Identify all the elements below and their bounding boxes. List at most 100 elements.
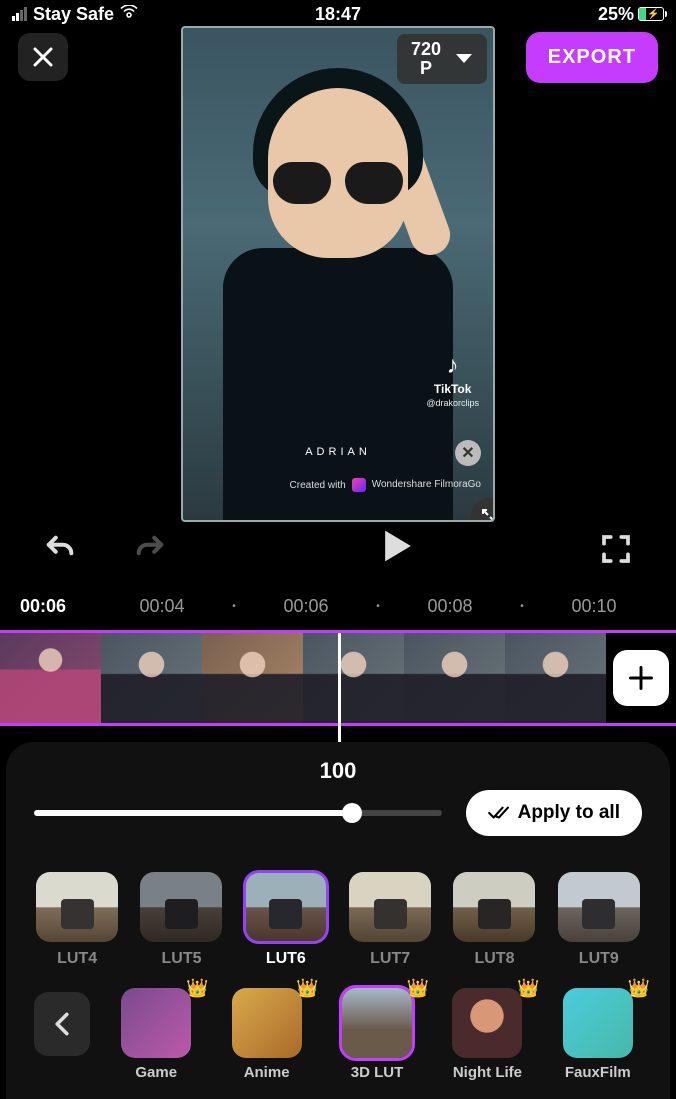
madewith-prefix: Created with (290, 480, 346, 491)
close-button[interactable] (18, 33, 68, 81)
watermark-name: ADRIAN (305, 446, 371, 458)
time-mark: 00:04 (100, 596, 224, 617)
apply-all-label: Apply to all (518, 802, 620, 824)
apply-all-button[interactable]: Apply to all (466, 790, 642, 836)
wifi-icon (120, 5, 138, 24)
category-thumbnail (232, 988, 302, 1058)
lut-item-lut8[interactable]: LUT8 (451, 872, 537, 968)
category-label: FauxFilm (565, 1064, 631, 1081)
time-ruler: 00:06 00:04 • 00:06 • 00:08 • 00:10 (0, 596, 676, 617)
category-anime[interactable]: 👑 Anime (222, 988, 310, 1081)
lut-label: LUT7 (370, 950, 410, 968)
battery-icon: ⚡ (638, 7, 664, 21)
fullscreen-button[interactable] (596, 529, 636, 569)
tiktok-icon: ♪ (426, 352, 479, 380)
lut-thumbnail (36, 872, 118, 942)
madewith-brand: Wondershare FilmoraGo (372, 480, 481, 490)
lut-item-lut9[interactable]: LUT9 (556, 872, 642, 968)
premium-icon: 👑 (628, 978, 650, 999)
play-button[interactable] (382, 528, 414, 569)
category-fauxfilm[interactable]: 👑 FauxFilm (554, 988, 642, 1081)
premium-icon: 👑 (407, 978, 429, 999)
lut-thumbnail (349, 872, 431, 942)
video-preview[interactable]: 720 P ♪ TikTok @drakorclips ADRIAN ✕ Cre… (181, 26, 495, 522)
resolution-selector[interactable]: 720 P (397, 34, 487, 84)
status-right: 25% ⚡ (598, 4, 664, 25)
timeline[interactable] (0, 630, 676, 726)
category-label: Night Life (453, 1064, 522, 1081)
lut-label: LUT4 (57, 950, 97, 968)
premium-icon: 👑 (517, 978, 539, 999)
premium-icon: 👑 (186, 978, 208, 999)
category-thumbnail (342, 988, 412, 1058)
filter-panel: 100 Apply to all LUT4 LUT5 LUT6 L (6, 742, 670, 1099)
status-bar: Stay Safe 18:47 25% ⚡ (0, 0, 676, 28)
category-row: 👑 Game 👑 Anime 👑 3D LUT 👑 Night Life 👑 F… (6, 968, 670, 1081)
lut-item-lut7[interactable]: LUT7 (347, 872, 433, 968)
category-thumbnail (452, 988, 522, 1058)
transport-controls (0, 528, 676, 569)
lut-thumbnail (558, 872, 640, 942)
lut-thumbnail (245, 872, 327, 942)
back-button[interactable] (34, 992, 90, 1056)
category-label: Game (135, 1064, 177, 1081)
battery-pct: 25% (598, 4, 634, 25)
remove-watermark-button[interactable]: ✕ (455, 440, 481, 466)
signal-icon (12, 7, 27, 21)
double-check-icon (488, 805, 510, 821)
undo-button[interactable] (40, 529, 80, 569)
filmora-logo-icon (352, 478, 366, 492)
category-game[interactable]: 👑 Game (112, 988, 200, 1081)
chevron-left-icon (54, 1012, 70, 1036)
category-3dlut[interactable]: 👑 3D LUT (333, 988, 421, 1081)
add-clip-button[interactable] (613, 650, 669, 706)
lut-label: LUT8 (474, 950, 514, 968)
category-nightlife[interactable]: 👑 Night Life (443, 988, 531, 1081)
undo-icon (43, 532, 77, 566)
add-clip-cell (606, 633, 676, 723)
lut-item-lut5[interactable]: LUT5 (138, 872, 224, 968)
carrier-label: Stay Safe (33, 4, 114, 25)
resize-handle[interactable] (471, 498, 495, 522)
intensity-value: 100 (320, 758, 357, 784)
intensity-slider[interactable] (34, 810, 442, 816)
plus-icon (627, 664, 655, 692)
ruler-dot: • (224, 601, 244, 612)
timeline-clip[interactable] (404, 633, 505, 723)
lut-item-lut6[interactable]: LUT6 (243, 872, 329, 968)
redo-icon (133, 532, 167, 566)
tiktok-badge: ♪ TikTok @drakorclips (426, 352, 479, 408)
lut-thumbnail (140, 872, 222, 942)
timeline-clip[interactable] (202, 633, 303, 723)
close-icon (31, 45, 55, 69)
clock: 18:47 (315, 4, 361, 25)
time-mark: 00:10 (532, 596, 656, 617)
tiktok-label: TikTok (434, 382, 472, 396)
play-icon (382, 528, 414, 564)
resolution-suffix: P (411, 59, 441, 78)
timeline-clip[interactable] (303, 633, 404, 723)
redo-button[interactable] (130, 529, 170, 569)
fullscreen-icon (600, 533, 632, 565)
export-button[interactable]: EXPORT (526, 32, 658, 83)
lut-item-lut4[interactable]: LUT4 (34, 872, 120, 968)
time-mark: 00:06 (244, 596, 368, 617)
lut-label: LUT5 (161, 950, 201, 968)
timeline-clip[interactable] (101, 633, 202, 723)
ruler-dot: • (512, 601, 532, 612)
category-thumbnail (563, 988, 633, 1058)
chevron-down-icon (455, 53, 473, 65)
playhead[interactable] (338, 633, 341, 745)
timeline-clip[interactable] (505, 633, 606, 723)
lut-label: LUT6 (266, 950, 306, 968)
made-with-badge: Created with Wondershare FilmoraGo (290, 478, 481, 492)
intensity-control: 100 Apply to all (6, 758, 670, 836)
tiktok-user: @drakorclips (426, 398, 479, 408)
current-time: 00:06 (20, 596, 100, 617)
status-left: Stay Safe (12, 4, 138, 25)
category-thumbnail (121, 988, 191, 1058)
time-mark: 00:08 (388, 596, 512, 617)
slider-thumb[interactable] (342, 803, 362, 823)
ruler-dot: • (368, 601, 388, 612)
timeline-clip[interactable] (0, 633, 101, 723)
